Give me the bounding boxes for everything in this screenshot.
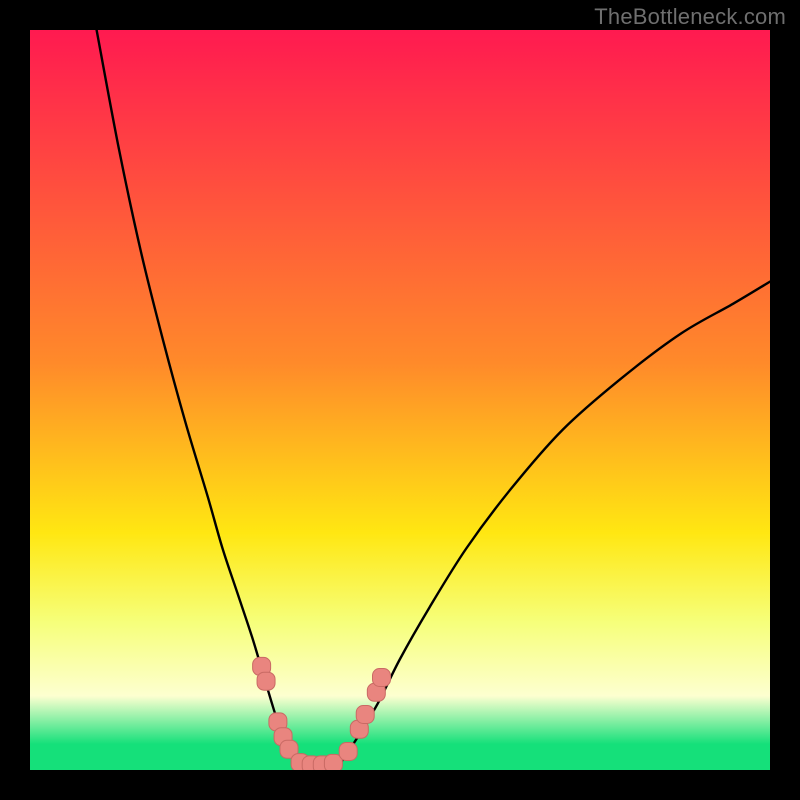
data-marker: [339, 743, 357, 761]
data-marker: [257, 672, 275, 690]
curve-left-branch: [97, 30, 297, 763]
watermark-text: TheBottleneck.com: [594, 4, 786, 30]
data-marker: [373, 669, 391, 687]
data-marker: [356, 706, 374, 724]
outer-frame: TheBottleneck.com: [0, 0, 800, 800]
curve-right-branch: [341, 282, 770, 763]
plot-area: [30, 30, 770, 770]
chart-svg: [30, 30, 770, 770]
